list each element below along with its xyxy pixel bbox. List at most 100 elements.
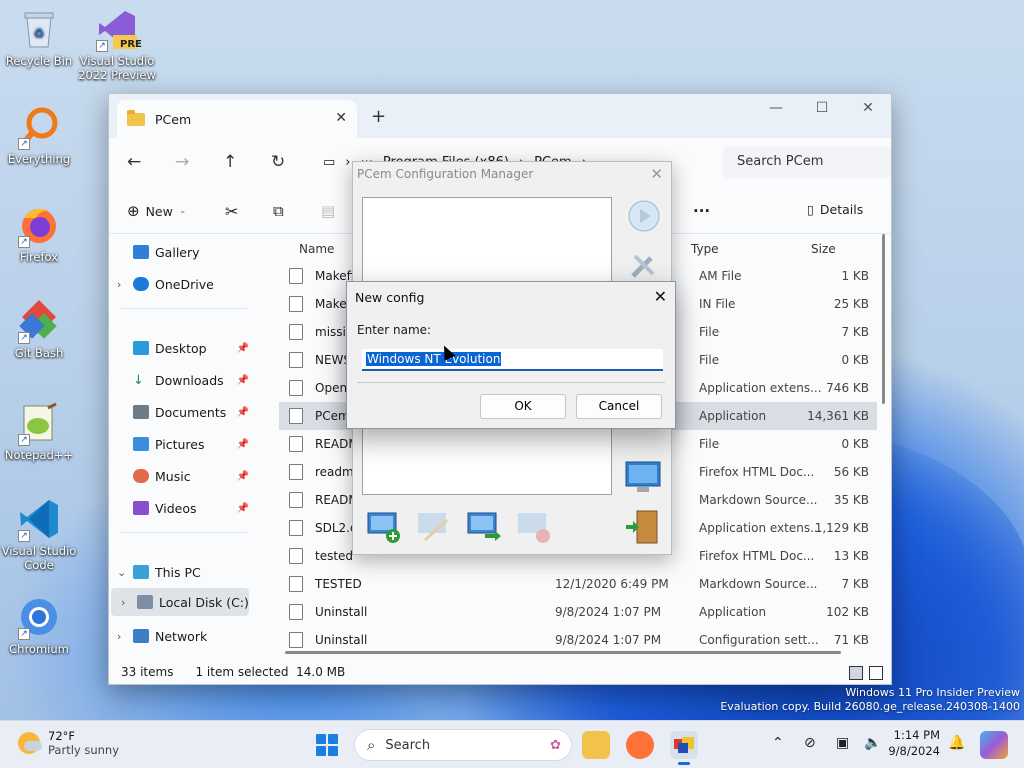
desktop-icon-visual-studio[interactable]: PRE ↗ Visual Studio 2022 Preview <box>78 6 156 82</box>
sidebar-item-network[interactable]: › Network <box>117 622 253 650</box>
view-toggle <box>849 666 883 680</box>
pictures-icon <box>133 437 149 451</box>
tab-title: PCem <box>155 111 192 127</box>
file-size: 0 KB <box>841 353 869 367</box>
up-arrow-icon[interactable]: ↑ <box>223 152 237 172</box>
sidebar-item-downloads[interactable]: ↓ Downloads 📌 <box>117 366 253 394</box>
desktop-icon-everything[interactable]: ↗ Everything <box>0 104 78 166</box>
ok-button[interactable]: OK <box>480 394 566 419</box>
cut-icon[interactable]: ✂ <box>225 202 238 221</box>
sidebar-item-music[interactable]: Music 📌 <box>117 462 253 490</box>
table-row[interactable]: TESTED 12/1/2020 6:49 PM Markdown Source..… <box>279 570 877 598</box>
chevron-up-icon[interactable]: ⌃ <box>772 735 784 751</box>
sidebar-item-videos[interactable]: Videos 📌 <box>117 494 253 522</box>
new-config-button[interactable] <box>365 508 403 546</box>
edit-computer-icon <box>418 513 449 542</box>
cancel-button[interactable]: Cancel <box>576 394 662 419</box>
forward-arrow-icon[interactable]: → <box>175 152 189 172</box>
clock[interactable]: 1:14 PM 9/8/2024 <box>888 727 940 759</box>
search-input[interactable]: Search PCem <box>723 146 891 178</box>
sidebar-item-this-pc[interactable]: ⌄ This PC <box>117 558 253 586</box>
horizontal-scrollbar[interactable] <box>285 651 841 654</box>
desktop-icon-chromium[interactable]: ↗ Chromium <box>0 594 78 656</box>
close-icon[interactable]: ✕ <box>650 165 663 183</box>
date-modified: 9/8/2024 1:07 PM <box>555 605 662 619</box>
desktop-icon-firefox[interactable]: ↗ Firefox <box>0 202 78 264</box>
file-size: 1,129 KB <box>814 521 869 535</box>
file-type: Firefox HTML Doc... <box>699 549 815 563</box>
file-type: Markdown Source... <box>699 493 818 507</box>
exit-button[interactable] <box>623 508 661 546</box>
delete-config-button[interactable] <box>515 508 553 546</box>
pcem-taskbar-icon[interactable] <box>670 731 698 765</box>
maximize-button[interactable]: ☐ <box>799 100 845 116</box>
chevron-right-icon[interactable]: › <box>121 596 137 609</box>
watermark-line-1: Windows 11 Pro Insider Preview <box>845 686 1020 699</box>
settings-monitor-button[interactable] <box>623 458 661 496</box>
sidebar-item-local-disk[interactable]: › Local Disk (C:) <box>111 588 249 616</box>
configure-button[interactable] <box>625 246 663 284</box>
file-type: File <box>699 325 720 339</box>
chevron-right-icon[interactable]: › <box>117 278 133 291</box>
new-tab-button[interactable]: + <box>371 106 386 127</box>
sidebar-item-label: Pictures <box>155 436 205 452</box>
file-icon <box>289 576 303 592</box>
network-off-icon[interactable]: ⊘ <box>804 735 816 751</box>
more-options-button[interactable]: ··· <box>693 202 710 220</box>
details-view-icon[interactable] <box>849 666 863 680</box>
sidebar-item-label: Desktop <box>155 340 207 356</box>
chevron-right-icon[interactable]: › <box>117 630 133 643</box>
close-window-button[interactable]: ✕ <box>845 100 891 116</box>
import-computer-icon <box>467 512 501 541</box>
sidebar-item-gallery[interactable]: Gallery <box>117 238 253 266</box>
details-pane-icon: ▯ <box>807 202 814 217</box>
delete-computer-icon <box>518 513 550 543</box>
vertical-scrollbar[interactable] <box>882 234 885 404</box>
file-size: 0 KB <box>841 437 869 451</box>
file-explorer-taskbar-icon[interactable] <box>582 731 610 759</box>
close-icon[interactable]: ✕ <box>654 287 667 306</box>
refresh-icon[interactable]: ↻ <box>271 152 285 172</box>
desktop-icon-notepad-plus-plus[interactable]: ↗ Notepad++ <box>0 400 78 462</box>
tiles-view-icon[interactable] <box>869 666 883 680</box>
sidebar-item-desktop[interactable]: Desktop 📌 <box>117 334 253 362</box>
window-title: PCem Configuration Manager <box>357 167 534 181</box>
weather-widget[interactable]: 72°F Partly sunny <box>18 729 119 757</box>
videos-icon <box>133 501 149 515</box>
sidebar-item-documents[interactable]: Documents 📌 <box>117 398 253 426</box>
column-header-name[interactable]: Name <box>299 242 334 256</box>
desktop-icon-git-bash[interactable]: ↗ Git Bash <box>0 298 78 360</box>
column-header-type[interactable]: Type <box>691 242 719 256</box>
display-icon[interactable]: ▣ <box>836 735 849 751</box>
import-config-button[interactable] <box>465 508 503 546</box>
paste-icon[interactable]: ▤ <box>321 202 335 220</box>
new-button[interactable]: ⊕ New ⌄ <box>127 202 186 220</box>
taskbar-search-box[interactable]: ⌕ Search ✿ <box>354 729 572 761</box>
notification-bell-icon[interactable]: 🔔 <box>948 735 965 751</box>
back-arrow-icon[interactable]: ← <box>127 152 141 172</box>
minimize-button[interactable]: — <box>753 100 799 116</box>
sidebar-item-pictures[interactable]: Pictures 📌 <box>117 430 253 458</box>
tab-pcem[interactable]: PCem ✕ <box>117 100 357 138</box>
close-tab-icon[interactable]: ✕ <box>335 110 347 126</box>
play-icon <box>628 200 660 232</box>
desktop-icon-recycle-bin[interactable]: ♻ Recycle Bin <box>0 6 78 68</box>
file-size: 7 KB <box>841 577 869 591</box>
plus-circle-icon: ⊕ <box>127 202 140 220</box>
sidebar-item-onedrive[interactable]: › OneDrive <box>117 270 253 298</box>
details-button[interactable]: ▯ Details <box>807 202 863 217</box>
table-row[interactable]: Uninstall 9/8/2024 1:07 PM Configuration s… <box>279 626 877 654</box>
rename-config-button[interactable] <box>415 508 453 546</box>
run-config-button[interactable] <box>625 197 663 235</box>
config-name-input[interactable]: Windows NT Evolution <box>362 349 663 371</box>
chevron-down-icon[interactable]: ⌄ <box>117 566 133 579</box>
sidebar-item-label: This PC <box>155 564 201 580</box>
desktop-icon-vscode[interactable]: ↗ Visual Studio Code <box>0 496 78 572</box>
copilot-icon[interactable] <box>980 731 1008 759</box>
volume-icon[interactable]: 🔈 <box>864 735 881 751</box>
column-header-size[interactable]: Size <box>811 242 836 256</box>
table-row[interactable]: Uninstall 9/8/2024 1:07 PM Application 102 … <box>279 598 877 626</box>
copy-icon[interactable]: ⧉ <box>273 202 284 220</box>
firefox-taskbar-icon[interactable] <box>626 731 654 759</box>
start-button[interactable] <box>316 734 338 756</box>
